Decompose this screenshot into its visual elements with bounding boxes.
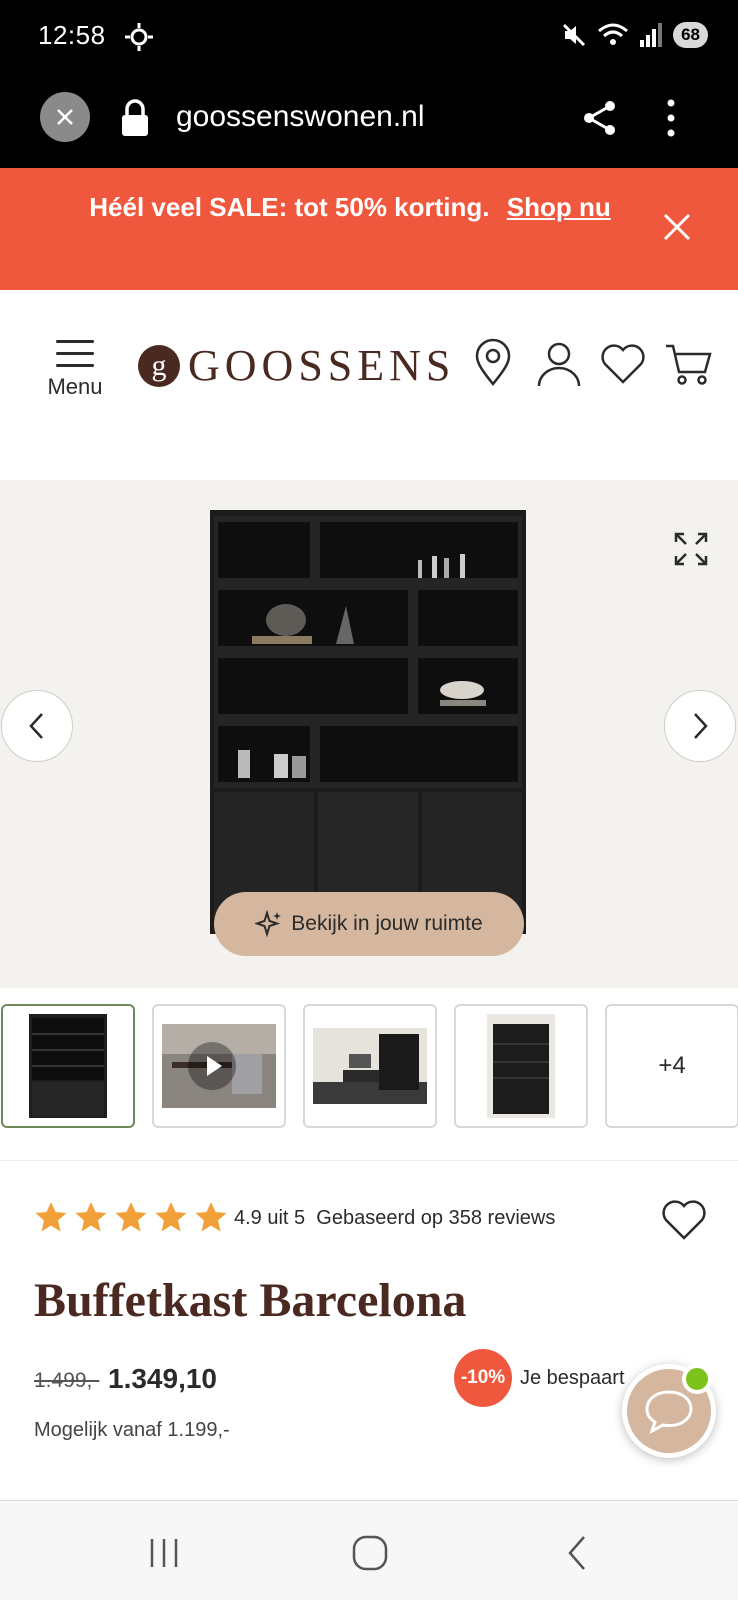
rating-summary[interactable]: 4.9 uit 5 Gebaseerd op 358 reviews [234, 1207, 555, 1230]
share-icon[interactable] [580, 98, 620, 138]
star-icon [75, 1202, 107, 1232]
online-status-dot [682, 1364, 712, 1394]
menu-button[interactable]: Menu [40, 340, 110, 400]
url-field[interactable]: goossenswonen.nl [176, 100, 425, 134]
status-time: 12:58 [38, 20, 106, 50]
recent-apps-icon[interactable] [142, 1531, 186, 1575]
add-to-wishlist-heart-icon[interactable] [660, 1197, 708, 1241]
close-banner-icon[interactable] [660, 210, 694, 244]
next-image-button[interactable] [664, 690, 736, 762]
thumbnail-image [313, 1028, 427, 1104]
product-title: Buffetkast Barcelona [34, 1274, 467, 1327]
product-gallery[interactable]: Bekijk in jouw ruimte [0, 480, 738, 988]
browser-toolbar: goossenswonen.nl [0, 76, 738, 168]
shop-now-link[interactable]: Shop nu [507, 192, 611, 222]
product-info: 4.9 uit 5 Gebaseerd op 358 reviews Buffe… [0, 1160, 738, 1500]
savings-text: Je bespaart [520, 1367, 625, 1389]
more-images-count: +4 [658, 1052, 686, 1079]
back-icon[interactable] [556, 1531, 600, 1575]
rating-stars[interactable] [34, 1201, 228, 1233]
chevron-right-icon [694, 713, 708, 739]
close-tab-button[interactable] [40, 92, 90, 142]
star-icon [155, 1202, 187, 1232]
account-icon[interactable] [534, 338, 584, 388]
logo-mark: g [138, 344, 180, 387]
status-bar: 12:58 68 [0, 0, 738, 76]
home-icon[interactable] [348, 1531, 392, 1575]
thumbnail-image [162, 1024, 276, 1108]
thumbnail-strip: +4 [0, 1004, 738, 1128]
more-options-icon[interactable] [656, 96, 686, 140]
location-pin-icon[interactable] [468, 338, 518, 388]
discount-badge: -10% [454, 1349, 512, 1407]
brightness-icon [125, 23, 153, 51]
logo-text: GOOSSENS [188, 341, 456, 390]
thumbnail-4[interactable] [454, 1004, 588, 1128]
star-icon [115, 1202, 147, 1232]
mute-icon [563, 23, 586, 47]
menu-label: Menu [47, 374, 103, 399]
star-icon [195, 1202, 227, 1232]
chevron-left-icon [29, 713, 43, 739]
rating-score: 4.9 uit 5 [234, 1207, 306, 1229]
sale-banner-text: Héél veel SALE: tot 50% korting. [89, 192, 490, 222]
cart-icon[interactable] [664, 338, 714, 388]
battery-indicator: 68 [673, 22, 708, 48]
previous-image-button[interactable] [1, 690, 73, 762]
site-header: Menu g GOOSSENS [0, 290, 738, 480]
thumbnail-video[interactable] [152, 1004, 286, 1128]
star-icon [35, 1202, 67, 1232]
sparkle-icon [255, 910, 282, 938]
signal-icon [640, 23, 663, 47]
ar-view-button[interactable]: Bekijk in jouw ruimte [214, 892, 524, 956]
review-count: Gebaseerd op 358 reviews [316, 1207, 556, 1229]
wishlist-heart-icon[interactable] [598, 338, 648, 388]
financing-text: Mogelijk vanaf 1.199,- [34, 1419, 230, 1441]
sale-banner: Héél veel SALE: tot 50% korting. Shop nu [0, 168, 738, 290]
lock-icon[interactable] [118, 98, 152, 138]
chat-bubble-icon [645, 1390, 693, 1434]
original-price: 1.499,- [34, 1369, 100, 1392]
product-image [210, 510, 526, 934]
ar-view-label: Bekijk in jouw ruimte [291, 912, 483, 935]
thumbnail-more[interactable]: +4 [605, 1004, 738, 1128]
hamburger-icon [56, 340, 94, 368]
thumbnail-3[interactable] [303, 1004, 437, 1128]
sale-price: 1.349,10 [108, 1363, 217, 1394]
fullscreen-expand-icon[interactable] [674, 532, 708, 566]
site-logo[interactable]: g GOOSSENS [138, 340, 455, 391]
close-icon [57, 109, 73, 125]
chat-button[interactable] [622, 1364, 716, 1458]
system-navigation-bar [0, 1500, 738, 1600]
thumbnail-image [29, 1014, 107, 1118]
thumbnail-1[interactable] [1, 1004, 135, 1128]
wifi-icon [598, 23, 629, 45]
thumbnail-image [487, 1014, 555, 1118]
